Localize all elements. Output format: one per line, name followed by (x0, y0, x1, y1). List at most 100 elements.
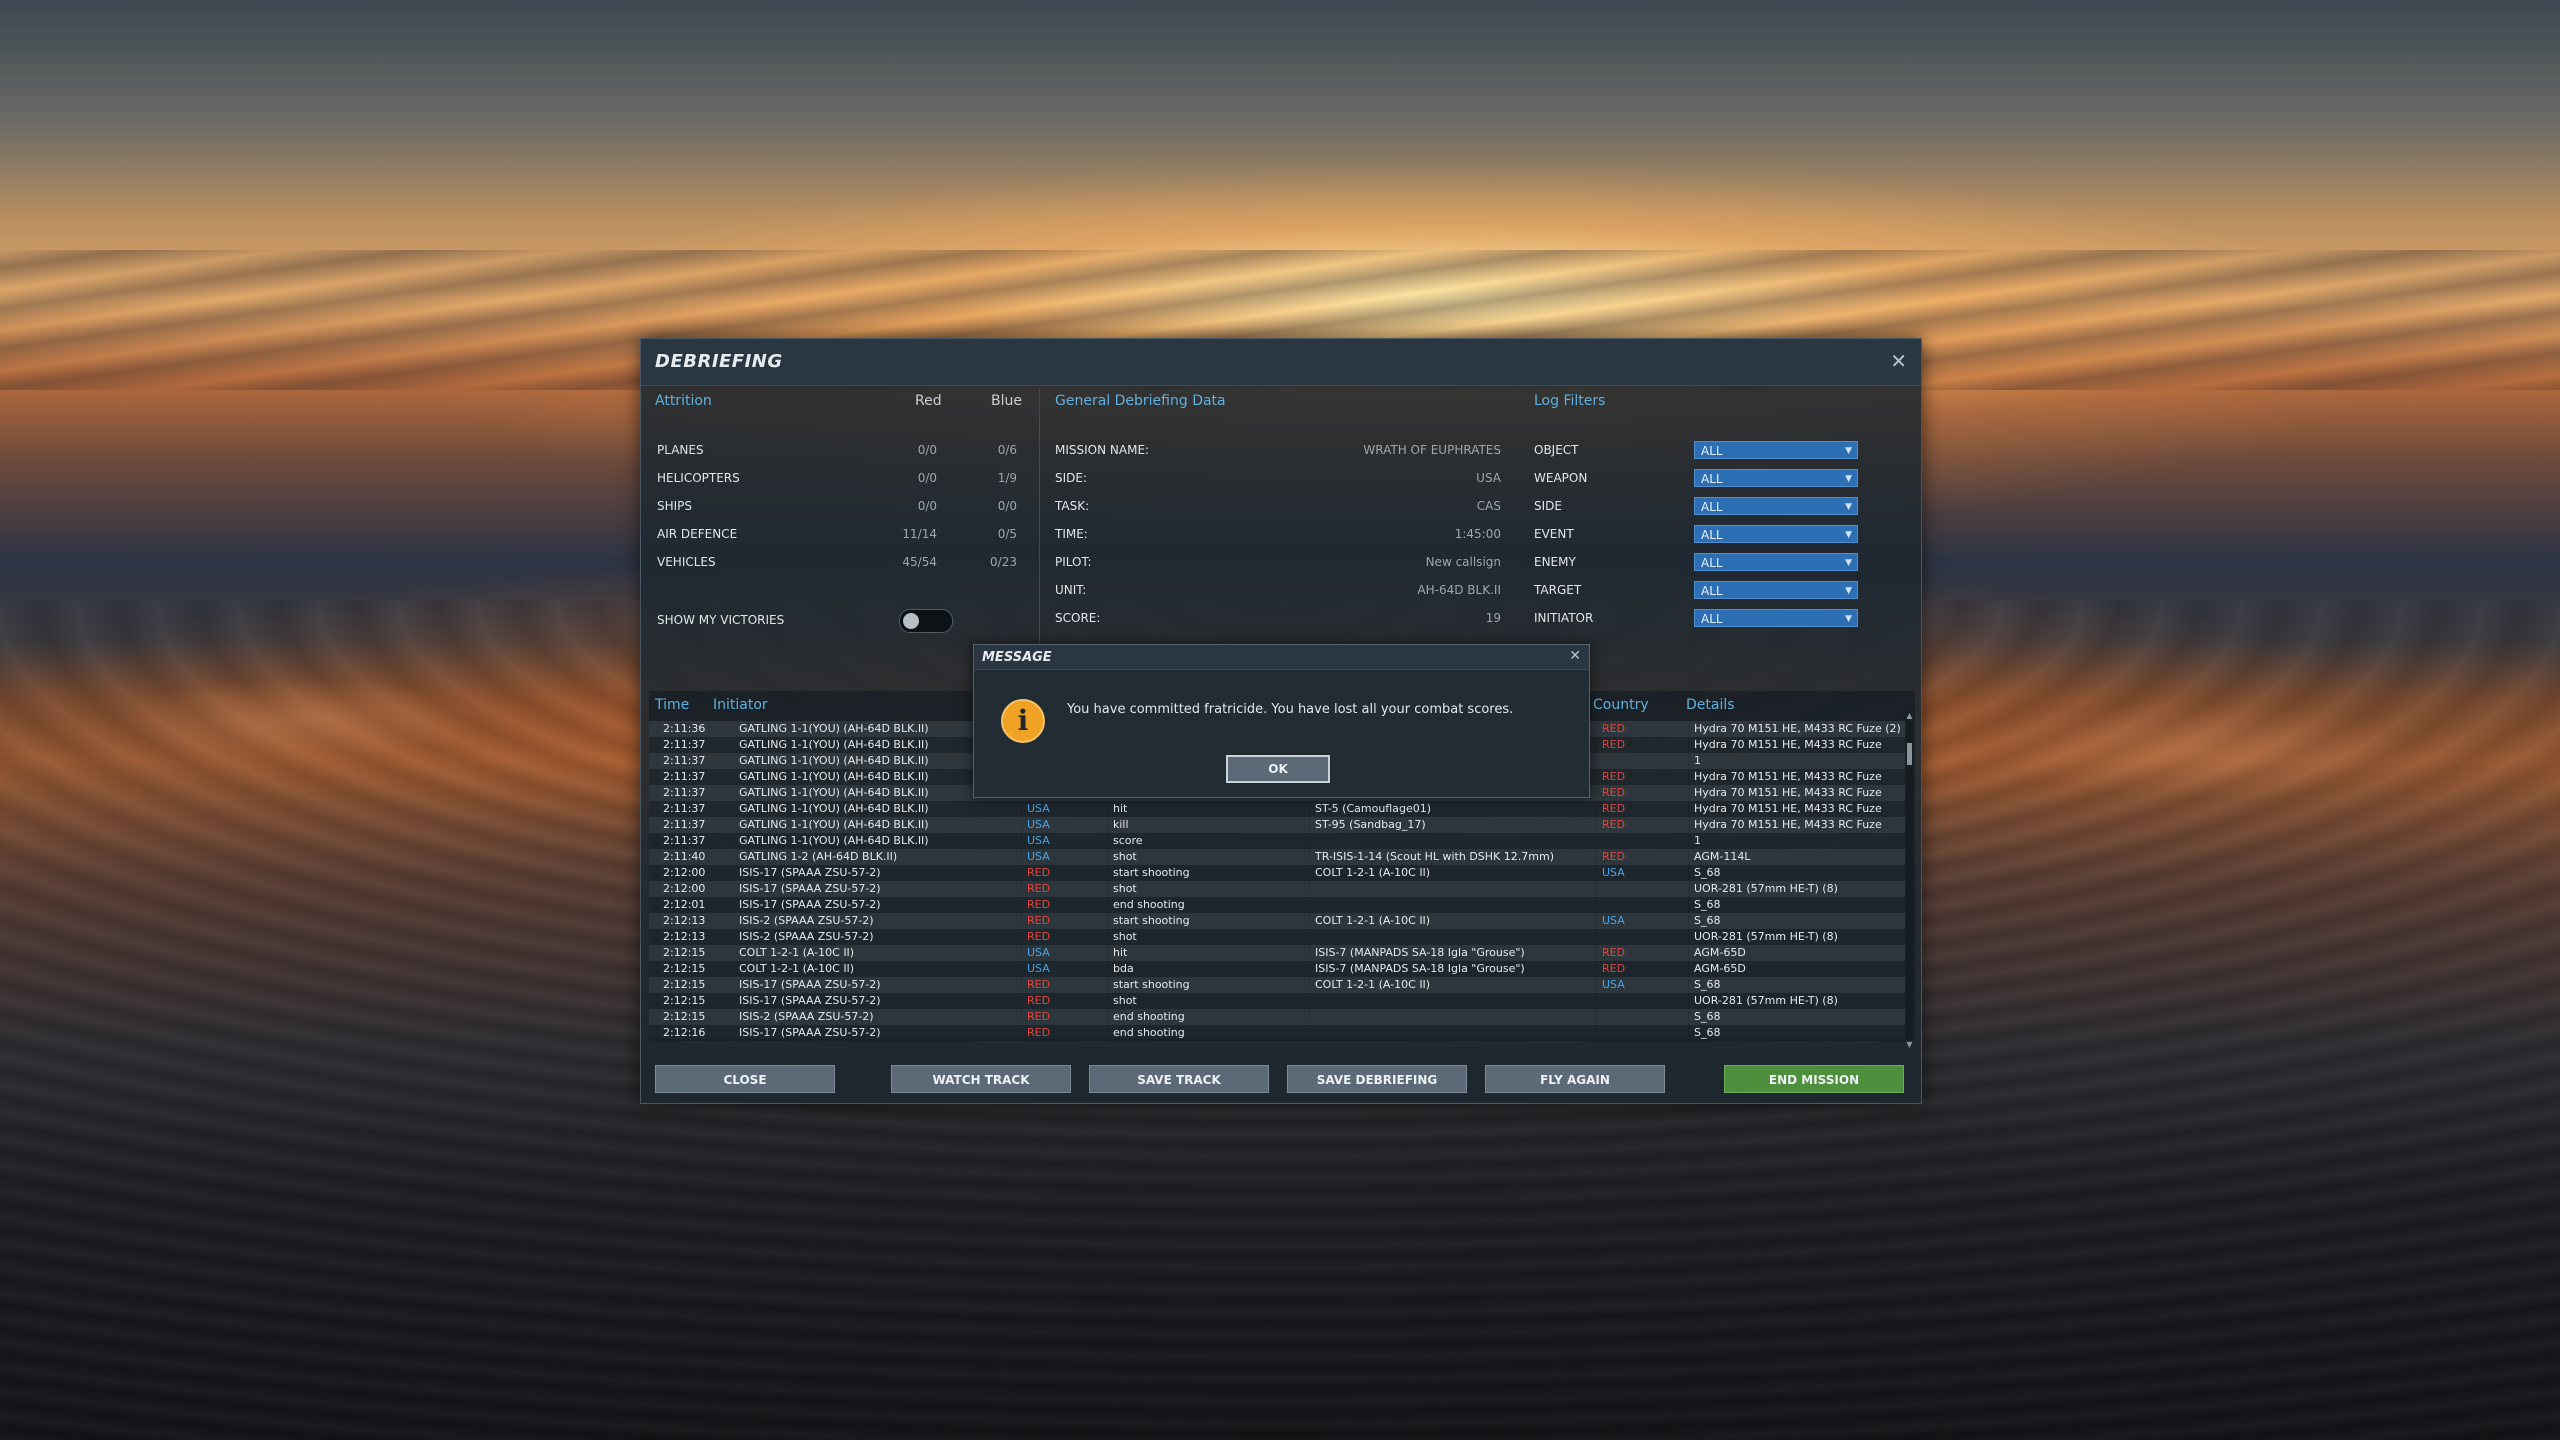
save-debriefing-button[interactable]: SAVE DEBRIEFING (1287, 1065, 1467, 1093)
attrition-red-value: 45/54 (902, 555, 937, 569)
log-details: Hydra 70 M151 HE, M433 RC Fuze (1694, 802, 1882, 815)
log-row[interactable]: 2:12:13 ISIS-2 (SPAAA ZSU-57-2) RED shot… (649, 929, 1905, 945)
filter-select[interactable]: ALL ▼ (1694, 609, 1858, 627)
filter-select[interactable]: ALL ▼ (1694, 497, 1858, 515)
close-button[interactable]: CLOSE (655, 1065, 835, 1093)
filter-label: WEAPON (1534, 471, 1588, 485)
watch-track-button[interactable]: WATCH TRACK (891, 1065, 1071, 1093)
log-initiator-side: USA (1027, 946, 1050, 959)
log-row[interactable]: 2:12:15 COLT 1-2-1 (A-10C II) USA hit IS… (649, 945, 1905, 961)
scroll-thumb[interactable] (1907, 743, 1912, 765)
log-details: Hydra 70 M151 HE, M433 RC Fuze (2) (1694, 722, 1901, 735)
col-initiator[interactable]: Initiator (713, 697, 768, 713)
log-time: 2:12:15 (663, 994, 706, 1007)
general-label: TASK: (1055, 499, 1090, 513)
log-row[interactable]: 2:12:15 COLT 1-2-1 (A-10C II) USA bda IS… (649, 961, 1905, 977)
log-target: COLT 1-2-1 (A-10C II) (1315, 978, 1431, 991)
log-target-side: USA (1602, 914, 1625, 927)
log-target-side: RED (1602, 770, 1626, 783)
log-initiator-side: RED (1027, 914, 1051, 927)
end-mission-button[interactable]: END MISSION (1724, 1065, 1904, 1093)
log-row[interactable]: 2:11:40 GATLING 1-2 (AH-64D BLK.II) USA … (649, 849, 1905, 865)
log-target-side: RED (1602, 818, 1626, 831)
log-initiator: GATLING 1-1(YOU) (AH-64D BLK.II) (739, 738, 929, 751)
log-initiator: COLT 1-2-1 (A-10C II) (739, 962, 855, 975)
log-details: Hydra 70 M151 HE, M433 RC Fuze (1694, 738, 1882, 751)
log-target: ISIS-7 (MANPADS SA-18 Igla "Grouse") (1315, 962, 1525, 975)
log-initiator-side: USA (1027, 802, 1050, 815)
log-details: S_68 (1694, 914, 1721, 927)
log-details: UOR-281 (57mm HE-T) (8) (1694, 930, 1838, 943)
log-event: shot (1113, 850, 1137, 863)
close-icon[interactable]: ✕ (1890, 349, 1907, 373)
log-event: score (1113, 834, 1143, 847)
attrition-red-value: 0/0 (917, 471, 937, 485)
general-value: AH-64D BLK.II (1417, 583, 1501, 597)
col-country[interactable]: Country (1593, 697, 1649, 713)
log-event: start shooting (1113, 978, 1190, 991)
log-row[interactable]: 2:11:37 GATLING 1-1(YOU) (AH-64D BLK.II)… (649, 801, 1905, 817)
save-track-button[interactable]: SAVE TRACK (1089, 1065, 1269, 1093)
log-target-side: RED (1602, 722, 1626, 735)
log-row[interactable]: 2:12:15 ISIS-2 (SPAAA ZSU-57-2) RED end … (649, 1009, 1905, 1025)
log-details: 1 (1694, 834, 1701, 847)
log-row[interactable]: 2:12:15 ISIS-17 (SPAAA ZSU-57-2) RED sta… (649, 977, 1905, 993)
log-row[interactable]: 2:12:01 ISIS-17 (SPAAA ZSU-57-2) RED end… (649, 897, 1905, 913)
info-icon: i (1001, 699, 1045, 743)
log-details: AGM-114L (1694, 850, 1751, 863)
chevron-down-icon: ▼ (1845, 530, 1852, 540)
log-target: ST-5 (Camouflage01) (1315, 802, 1431, 815)
log-target-side: RED (1602, 738, 1626, 751)
log-initiator-side: RED (1027, 930, 1051, 943)
log-time: 2:12:15 (663, 962, 706, 975)
log-row[interactable]: 2:12:00 ISIS-17 (SPAAA ZSU-57-2) RED sta… (649, 865, 1905, 881)
log-initiator: ISIS-17 (SPAAA ZSU-57-2) (739, 882, 881, 895)
general-value: USA (1476, 471, 1501, 485)
filter-value: ALL (1701, 472, 1723, 486)
general-value: 19 (1485, 611, 1501, 625)
general-label: SCORE: (1055, 611, 1101, 625)
log-initiator: ISIS-2 (SPAAA ZSU-57-2) (739, 914, 874, 927)
scroll-up-icon[interactable]: ▲ (1906, 711, 1913, 720)
log-row[interactable]: 2:12:00 ISIS-17 (SPAAA ZSU-57-2) RED sho… (649, 881, 1905, 897)
log-scrollbar[interactable]: ▲ ▼ (1906, 711, 1913, 1049)
ok-button[interactable]: OK (1226, 755, 1330, 783)
general-value: New callsign (1425, 555, 1501, 569)
chevron-down-icon: ▼ (1845, 474, 1852, 484)
log-initiator: ISIS-17 (SPAAA ZSU-57-2) (739, 978, 881, 991)
fly-again-button[interactable]: FLY AGAIN (1485, 1065, 1665, 1093)
col-time[interactable]: Time (655, 697, 689, 713)
log-row[interactable]: 2:12:16 ISIS-17 (SPAAA ZSU-57-2) RED end… (649, 1025, 1905, 1039)
log-row[interactable]: 2:12:13 ISIS-2 (SPAAA ZSU-57-2) RED star… (649, 913, 1905, 929)
filter-select[interactable]: ALL ▼ (1694, 525, 1858, 543)
general-label: MISSION NAME: (1055, 443, 1150, 457)
filter-select[interactable]: ALL ▼ (1694, 553, 1858, 571)
log-event: start shooting (1113, 866, 1190, 879)
log-row[interactable]: 2:11:37 GATLING 1-1(YOU) (AH-64D BLK.II)… (649, 833, 1905, 849)
filter-select[interactable]: ALL ▼ (1694, 469, 1858, 487)
log-time: 2:11:37 (663, 834, 706, 847)
log-time: 2:11:37 (663, 754, 706, 767)
log-initiator: GATLING 1-2 (AH-64D BLK.II) (739, 850, 898, 863)
log-time: 2:12:01 (663, 898, 706, 911)
attrition-blue-value: 0/23 (990, 555, 1017, 569)
col-details[interactable]: Details (1686, 697, 1735, 713)
chevron-down-icon: ▼ (1845, 614, 1852, 624)
log-target: ISIS-7 (MANPADS SA-18 Igla "Grouse") (1315, 946, 1525, 959)
filter-label: TARGET (1534, 583, 1582, 597)
log-event: kill (1113, 818, 1129, 831)
log-initiator-side: RED (1027, 898, 1051, 911)
log-event: hit (1113, 802, 1128, 815)
log-initiator: ISIS-17 (SPAAA ZSU-57-2) (739, 1026, 881, 1039)
log-initiator-side: USA (1027, 818, 1050, 831)
log-target-side: RED (1602, 786, 1626, 799)
show-victories-toggle[interactable] (899, 609, 953, 633)
scroll-down-icon[interactable]: ▼ (1906, 1040, 1913, 1049)
chevron-down-icon: ▼ (1845, 586, 1852, 596)
filter-select[interactable]: ALL ▼ (1694, 441, 1858, 459)
filter-select[interactable]: ALL ▼ (1694, 581, 1858, 599)
log-row[interactable]: 2:12:15 ISIS-17 (SPAAA ZSU-57-2) RED sho… (649, 993, 1905, 1009)
log-row[interactable]: 2:11:37 GATLING 1-1(YOU) (AH-64D BLK.II)… (649, 817, 1905, 833)
log-details: UOR-281 (57mm HE-T) (8) (1694, 994, 1838, 1007)
message-close-icon[interactable]: ✕ (1569, 648, 1581, 664)
